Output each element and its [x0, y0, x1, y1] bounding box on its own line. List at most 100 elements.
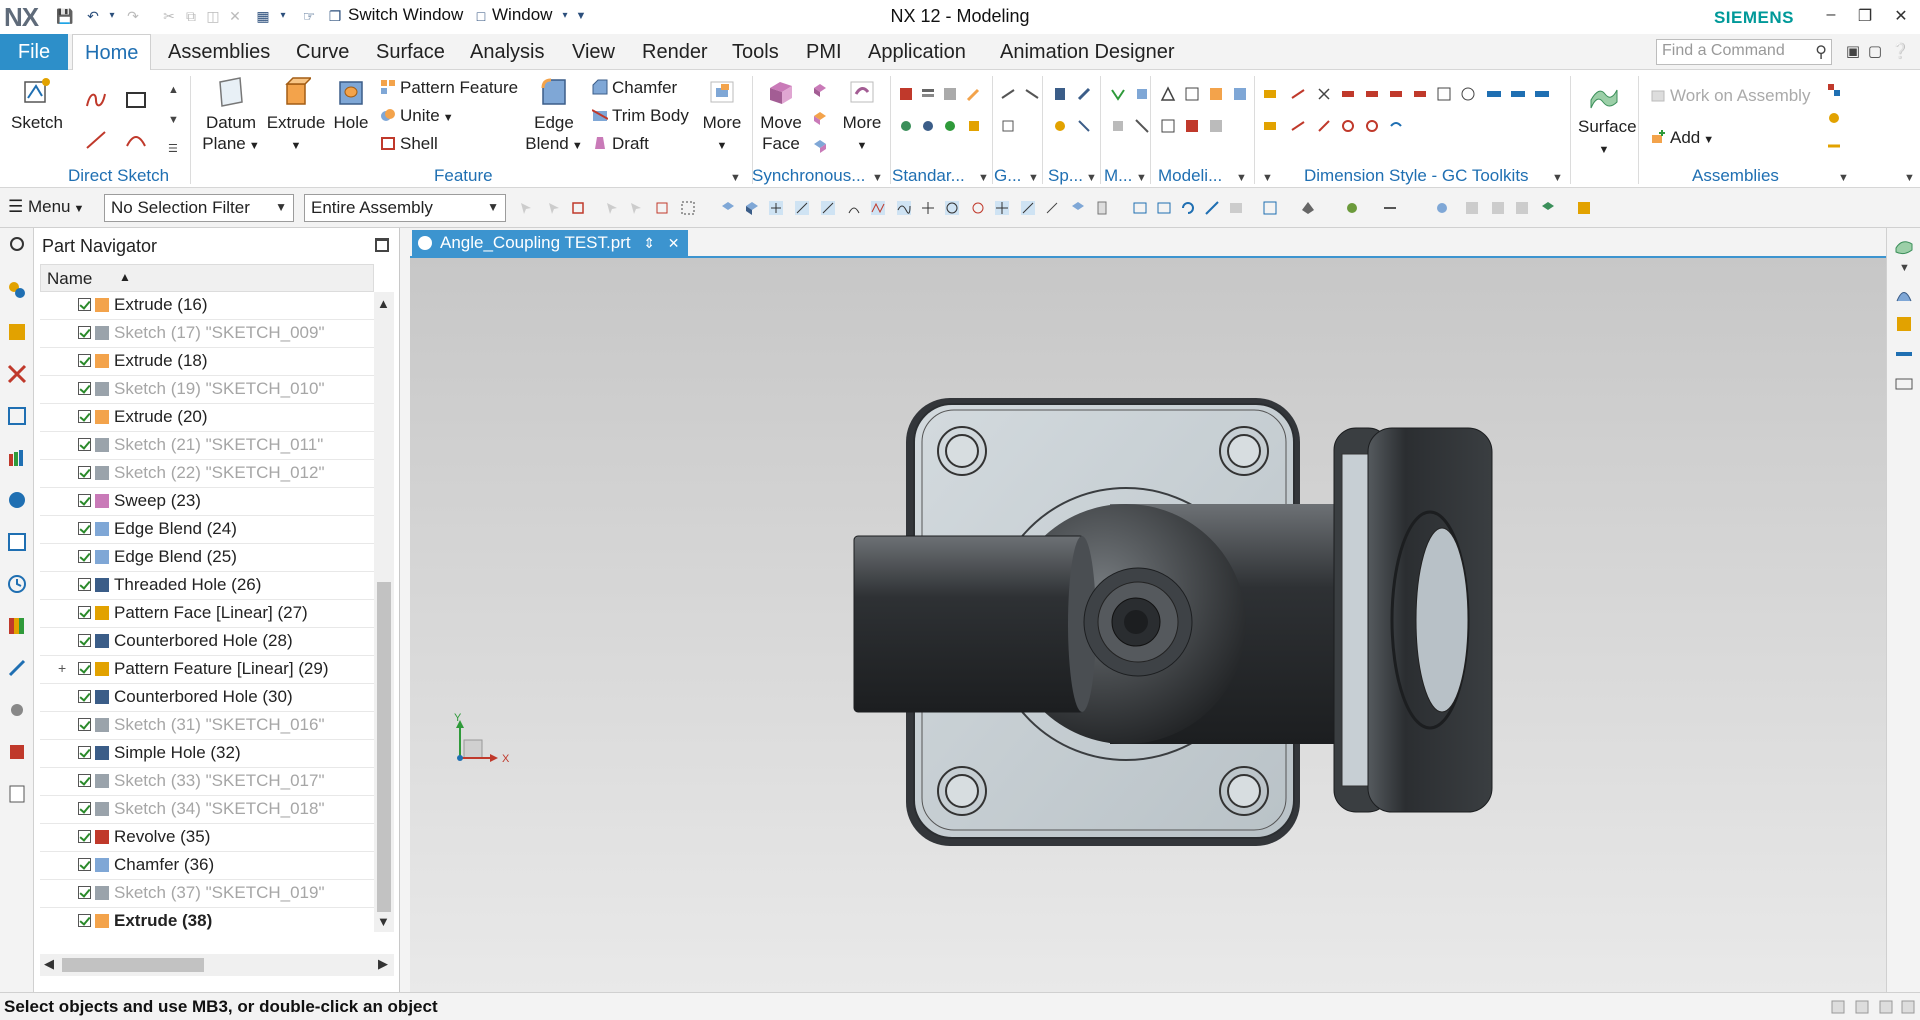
- resource-palette-icon[interactable]: [7, 616, 27, 636]
- resource-history-clock-icon[interactable]: [7, 574, 27, 594]
- visibility-checkbox[interactable]: [78, 410, 91, 423]
- menu-button[interactable]: ☰ Menu ▼: [8, 197, 84, 217]
- assemblies-dropdown-icon[interactable]: ▼: [1838, 172, 1849, 184]
- view-tool-1-icon[interactable]: [1132, 200, 1148, 216]
- sketch-gallery-more-icon[interactable]: ☰: [168, 142, 178, 155]
- render-style-icon[interactable]: [1300, 200, 1316, 216]
- m-group-dropdown-icon[interactable]: ▼: [1136, 172, 1147, 184]
- visibility-checkbox[interactable]: [78, 830, 91, 843]
- sketch-curve-icon[interactable]: [84, 88, 108, 112]
- rectangle-icon[interactable]: [124, 88, 148, 112]
- tab-analysis[interactable]: Analysis: [458, 34, 556, 70]
- sp-tool-1-icon[interactable]: [1052, 86, 1068, 102]
- edge-blend-button[interactable]: Edge Blend ▼: [518, 76, 590, 157]
- graphics-window[interactable]: Y X: [410, 258, 1886, 992]
- g-tool-3-icon[interactable]: [1000, 118, 1016, 134]
- status-tool-1-icon[interactable]: [1830, 999, 1846, 1015]
- extrude-button[interactable]: Extrude ▼: [264, 76, 328, 157]
- tab-home[interactable]: Home: [72, 34, 152, 71]
- visibility-checkbox[interactable]: [78, 746, 91, 759]
- dim-tool-7-icon[interactable]: [1340, 86, 1356, 102]
- visibility-checkbox[interactable]: [78, 858, 91, 871]
- shell-button[interactable]: Shell: [380, 134, 438, 154]
- tab-animation-designer[interactable]: Animation Designer: [988, 34, 1187, 70]
- tree-row[interactable]: Sketch (33) "SKETCH_017": [40, 768, 374, 796]
- sp-tool-3-icon[interactable]: [1052, 118, 1068, 134]
- repeat-dropdown-icon[interactable]: ▾: [274, 7, 292, 25]
- modeling-group-dropdown-icon[interactable]: ▼: [1236, 172, 1247, 184]
- cut-icon[interactable]: ✂: [160, 7, 178, 25]
- paste-icon[interactable]: ◫: [204, 7, 222, 25]
- tree-row[interactable]: Threaded Hole (26): [40, 572, 374, 600]
- view-tool-2-icon[interactable]: [1156, 200, 1172, 216]
- view-tool-4-icon[interactable]: [1204, 200, 1220, 216]
- visibility-checkbox[interactable]: [78, 578, 91, 591]
- ribbon-minimize-icon[interactable]: ▢: [1868, 42, 1882, 60]
- scroll-up-icon[interactable]: ▲: [377, 296, 390, 311]
- trim-body-button[interactable]: Trim Body: [592, 106, 689, 126]
- snap-tool-5-icon[interactable]: [870, 200, 886, 216]
- snap-tool-6-icon[interactable]: [896, 200, 912, 216]
- draft-button[interactable]: Draft: [592, 134, 649, 154]
- touch-mode-icon[interactable]: ☞: [300, 7, 318, 25]
- dim-tool-2-icon[interactable]: [1262, 118, 1278, 134]
- pattern-feature-button[interactable]: Pattern Feature: [380, 78, 518, 98]
- resource-assembly-icon[interactable]: [7, 280, 27, 300]
- dim-tool-1-icon[interactable]: [1262, 86, 1278, 102]
- assembly-tool-7-icon[interactable]: [1540, 200, 1556, 216]
- modeling-tool-3-icon[interactable]: [1208, 86, 1224, 102]
- switch-window-button[interactable]: Switch Window: [348, 5, 463, 25]
- dim-tool-5-icon[interactable]: [1316, 86, 1332, 102]
- datum-plane-button[interactable]: Datum Plane ▼: [198, 76, 264, 157]
- resource-reuse-icon[interactable]: [7, 448, 27, 468]
- dim-tool-13-icon[interactable]: [1486, 86, 1502, 102]
- resource-web-icon[interactable]: [7, 532, 27, 552]
- dim-tool-12-icon[interactable]: [1460, 86, 1476, 102]
- dim-tool-6-icon[interactable]: [1316, 118, 1332, 134]
- assembly-tool-3-icon[interactable]: [1826, 138, 1842, 154]
- snap-tool-4-icon[interactable]: [846, 200, 862, 216]
- ribbon-options-icon[interactable]: ▣: [1846, 42, 1860, 60]
- right-tool-4-icon[interactable]: [1894, 374, 1914, 394]
- scroll-left-icon[interactable]: ◀: [44, 956, 54, 972]
- snap-tool-7-icon[interactable]: [920, 200, 936, 216]
- redo-icon[interactable]: ↷: [124, 7, 142, 25]
- select-tool-8-icon[interactable]: [720, 200, 736, 216]
- snap-tool-12-icon[interactable]: [1044, 200, 1060, 216]
- modeling-tool-2-icon[interactable]: [1184, 86, 1200, 102]
- tree-row[interactable]: Sketch (37) "SKETCH_019": [40, 880, 374, 908]
- horizontal-scrollbar[interactable]: ◀ ▶: [40, 954, 394, 976]
- tab-pmi[interactable]: PMI: [794, 34, 854, 70]
- close-button[interactable]: ✕: [1886, 6, 1916, 26]
- tree-row[interactable]: Edge Blend (24): [40, 516, 374, 544]
- reuse-library-icon[interactable]: [942, 86, 958, 102]
- visibility-checkbox[interactable]: [78, 886, 91, 899]
- gear-tool-icon[interactable]: [898, 118, 914, 134]
- status-tool-3-icon[interactable]: [1878, 999, 1894, 1015]
- tree-row[interactable]: Sketch (21) "SKETCH_011": [40, 432, 374, 460]
- ribbon-end-dropdown-icon[interactable]: ▼: [1904, 172, 1915, 184]
- tab-tools[interactable]: Tools: [720, 34, 791, 70]
- view-orientation-icon[interactable]: [1262, 200, 1278, 216]
- right-tool-3-icon[interactable]: [1894, 344, 1914, 364]
- modeling-tool-6-icon[interactable]: [1184, 118, 1200, 134]
- save-icon[interactable]: 💾: [56, 7, 74, 25]
- offset-region-icon[interactable]: [812, 138, 828, 154]
- dim-tool-10-icon[interactable]: [1412, 86, 1428, 102]
- tree-row[interactable]: Sketch (34) "SKETCH_018": [40, 796, 374, 824]
- assembly-tool-6-icon[interactable]: [1514, 200, 1530, 216]
- visibility-checkbox[interactable]: [78, 466, 91, 479]
- name-column-header[interactable]: Name ▲: [40, 264, 374, 292]
- visibility-checkbox[interactable]: [78, 914, 91, 927]
- assembly-tool-4-icon[interactable]: [1464, 200, 1480, 216]
- snap-tool-2-icon[interactable]: [794, 200, 810, 216]
- synchronous-more-button[interactable]: More ▼: [836, 76, 888, 157]
- visibility-checkbox[interactable]: [78, 494, 91, 507]
- resource-info-icon[interactable]: [7, 490, 27, 510]
- tree-row[interactable]: Extrude (16): [40, 292, 374, 320]
- tree-row[interactable]: Sketch (17) "SKETCH_009": [40, 320, 374, 348]
- weld-tool-icon[interactable]: [942, 118, 958, 134]
- undo-icon[interactable]: ↶: [84, 7, 102, 25]
- status-tool-2-icon[interactable]: [1854, 999, 1870, 1015]
- horizontal-scroll-thumb[interactable]: [62, 958, 204, 972]
